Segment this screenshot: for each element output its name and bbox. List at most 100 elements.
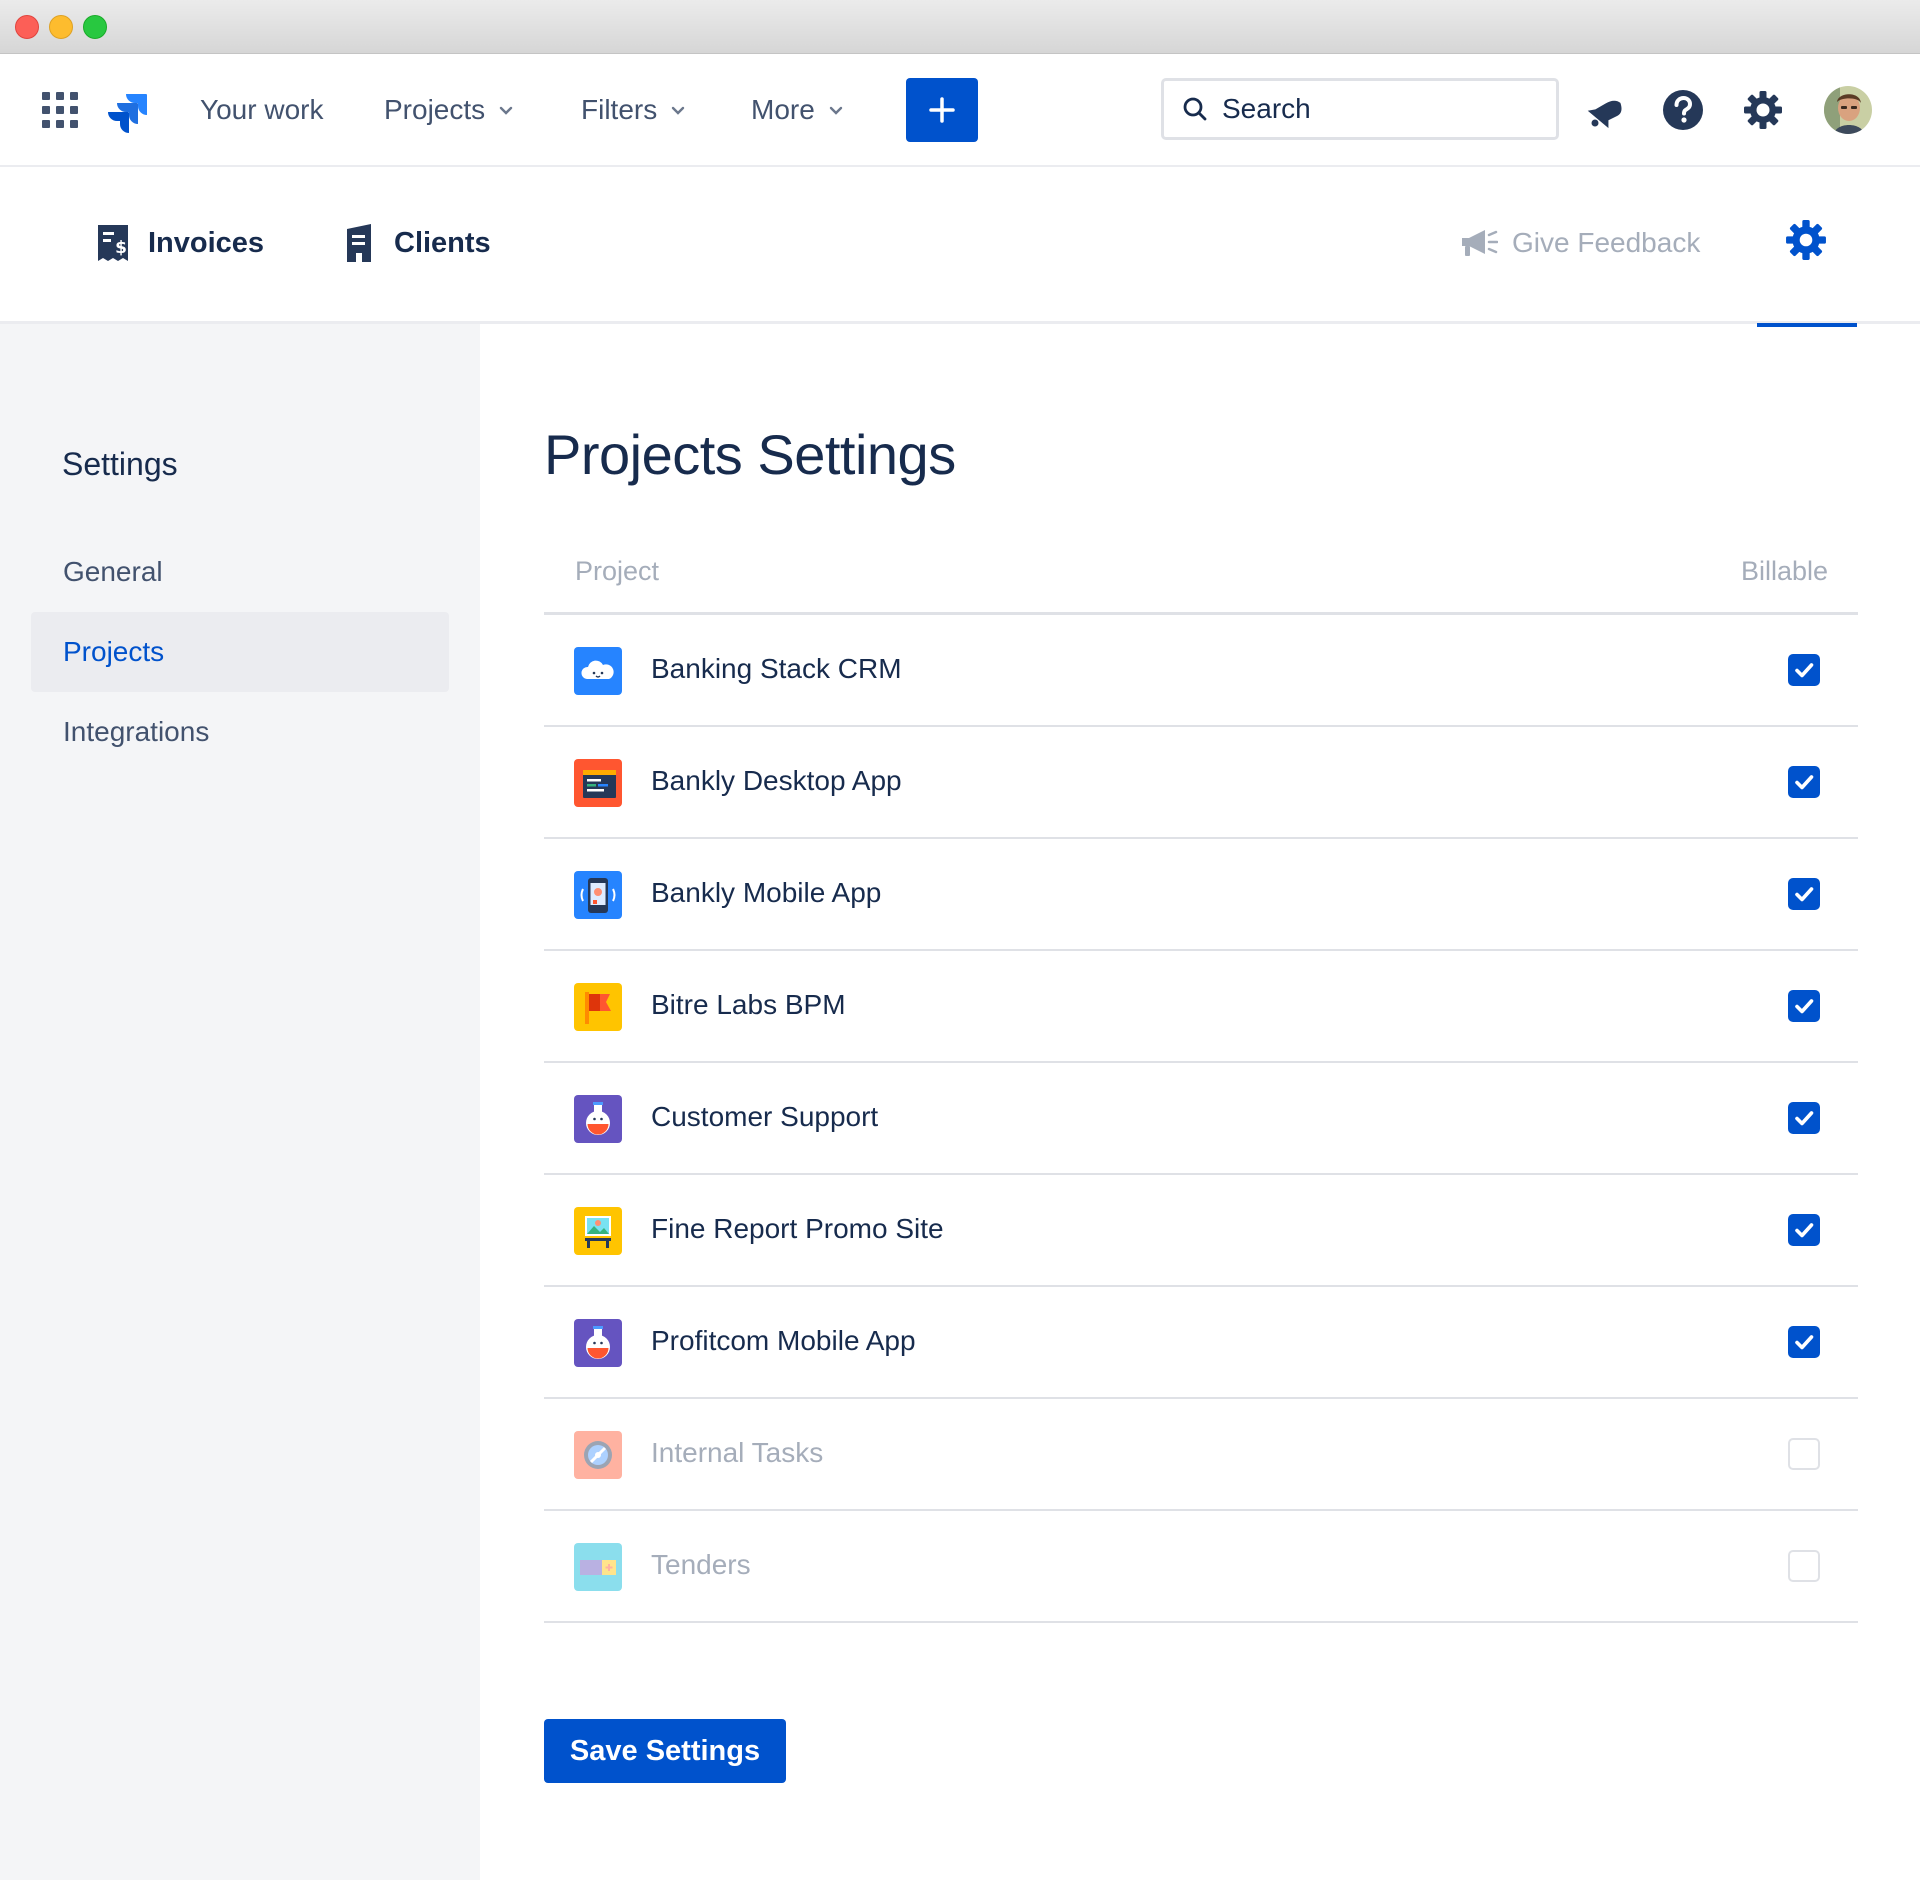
checkmark-icon	[1795, 663, 1814, 678]
table-row: Internal Tasks	[544, 1399, 1858, 1511]
project-name: Banking Stack CRM	[651, 653, 902, 684]
projects-table: Project Billable Banking Stack CRM Bankl…	[544, 540, 1858, 1623]
top-navigation: Your work Projects Filters More	[0, 54, 1920, 167]
save-settings-button[interactable]: Save Settings	[544, 1719, 786, 1783]
table-row: Fine Report Promo Site	[544, 1175, 1858, 1287]
billable-checkbox[interactable]	[1788, 1438, 1820, 1470]
checkmark-icon	[1795, 1335, 1814, 1350]
gear-icon	[1744, 91, 1782, 129]
nav-projects-label: Projects	[384, 94, 486, 125]
settings-sidebar: Settings General Projects Integrations	[0, 324, 480, 1880]
project-name: Customer Support	[651, 1101, 879, 1132]
project-name: Bitre Labs BPM	[651, 989, 846, 1020]
nav-filters-label: Filters	[581, 94, 658, 125]
nav-your-work[interactable]: Your work	[200, 92, 323, 128]
close-window-button[interactable]	[15, 15, 39, 39]
table-row: Customer Support	[544, 1063, 1858, 1175]
clients-building-icon	[347, 224, 371, 262]
plus-icon	[929, 97, 955, 123]
notifications-button[interactable]	[1582, 88, 1626, 132]
billable-checkbox[interactable]	[1788, 1102, 1820, 1134]
help-icon	[1663, 90, 1703, 130]
window-titlebar	[0, 0, 1920, 54]
billable-checkbox[interactable]	[1788, 1214, 1820, 1246]
give-feedback-label: Give Feedback	[1512, 227, 1701, 258]
nav-more-label: More	[751, 94, 815, 125]
notification-icon	[1587, 100, 1622, 129]
checkmark-icon	[1795, 1223, 1814, 1238]
svg-text:$: $	[115, 238, 127, 258]
potion-project-icon	[574, 1319, 622, 1367]
settings-button[interactable]	[1741, 88, 1785, 132]
chevron-down-icon	[672, 106, 685, 115]
project-name: Bankly Mobile App	[651, 877, 882, 908]
sidebar-item-label: Projects	[63, 636, 165, 667]
sidebar-title: Settings	[62, 446, 178, 482]
disc-project-icon	[574, 1431, 622, 1479]
tab-invoices-label: Invoices	[148, 226, 265, 259]
tab-app-settings[interactable]	[1757, 167, 1857, 327]
gear-icon	[1786, 220, 1826, 260]
table-row: Tenders	[544, 1511, 1858, 1623]
help-button[interactable]	[1661, 88, 1705, 132]
active-tab-indicator	[1757, 323, 1857, 327]
search-icon	[1183, 97, 1207, 121]
apps-grid-icon[interactable]	[42, 92, 78, 128]
maximize-window-button[interactable]	[83, 15, 107, 39]
project-name: Internal Tasks	[651, 1437, 824, 1468]
billable-checkbox[interactable]	[1788, 1326, 1820, 1358]
flag-project-icon	[574, 983, 622, 1031]
jira-logo-icon[interactable]	[104, 88, 150, 134]
sidebar-item-general[interactable]: General	[31, 532, 449, 612]
project-name: Bankly Desktop App	[651, 765, 902, 796]
sidebar-item-integrations[interactable]: Integrations	[31, 692, 449, 772]
table-row: Bankly Desktop App	[544, 727, 1858, 839]
potion-project-icon	[574, 1095, 622, 1143]
minimize-window-button[interactable]	[49, 15, 73, 39]
nav-your-work-label: Your work	[200, 94, 324, 125]
billable-checkbox[interactable]	[1788, 878, 1820, 910]
nav-projects[interactable]: Projects	[384, 92, 513, 128]
sidebar-item-projects[interactable]: Projects	[31, 612, 449, 692]
project-name: Tenders	[651, 1549, 751, 1580]
search-input[interactable]	[1222, 93, 1522, 125]
sidebar-item-label: General	[63, 556, 163, 587]
checkmark-icon	[1795, 775, 1814, 790]
checkmark-icon	[1795, 887, 1814, 902]
cloud-project-icon	[574, 647, 622, 695]
tab-invoices[interactable]: $ Invoices	[96, 221, 264, 265]
create-button[interactable]	[906, 78, 978, 142]
project-name: Profitcom Mobile App	[651, 1325, 916, 1356]
project-name: Fine Report Promo Site	[651, 1213, 944, 1244]
picture-project-icon	[574, 1207, 622, 1255]
avatar[interactable]	[1824, 86, 1872, 134]
table-row: Banking Stack CRM	[544, 615, 1858, 727]
nav-filters[interactable]: Filters	[581, 92, 685, 128]
table-row: Profitcom Mobile App	[544, 1287, 1858, 1399]
page-title: Projects Settings	[544, 423, 956, 486]
tab-clients[interactable]: Clients	[342, 221, 491, 265]
table-header: Project Billable	[544, 540, 1858, 615]
search-box[interactable]	[1161, 78, 1559, 140]
checkmark-icon	[1795, 1111, 1814, 1126]
billable-checkbox[interactable]	[1788, 654, 1820, 686]
chevron-down-icon	[829, 106, 842, 115]
nav-more[interactable]: More	[751, 92, 843, 128]
ticket-project-icon	[574, 1543, 622, 1591]
phone-project-icon	[574, 871, 622, 919]
column-header-project: Project	[575, 556, 660, 586]
tab-clients-label: Clients	[394, 226, 491, 259]
billable-checkbox[interactable]	[1788, 990, 1820, 1022]
table-row: Bankly Mobile App	[544, 839, 1858, 951]
code-window-project-icon	[574, 759, 622, 807]
invoice-icon: $	[98, 225, 128, 261]
checkmark-icon	[1795, 999, 1814, 1014]
table-row: Bitre Labs BPM	[544, 951, 1858, 1063]
column-header-billable: Billable	[1740, 556, 1828, 586]
megaphone-icon	[1462, 230, 1498, 256]
give-feedback-link[interactable]: Give Feedback	[1460, 221, 1700, 265]
chevron-down-icon	[499, 106, 513, 115]
sidebar-item-label: Integrations	[63, 716, 210, 747]
billable-checkbox[interactable]	[1788, 766, 1820, 798]
billable-checkbox[interactable]	[1788, 1550, 1820, 1582]
